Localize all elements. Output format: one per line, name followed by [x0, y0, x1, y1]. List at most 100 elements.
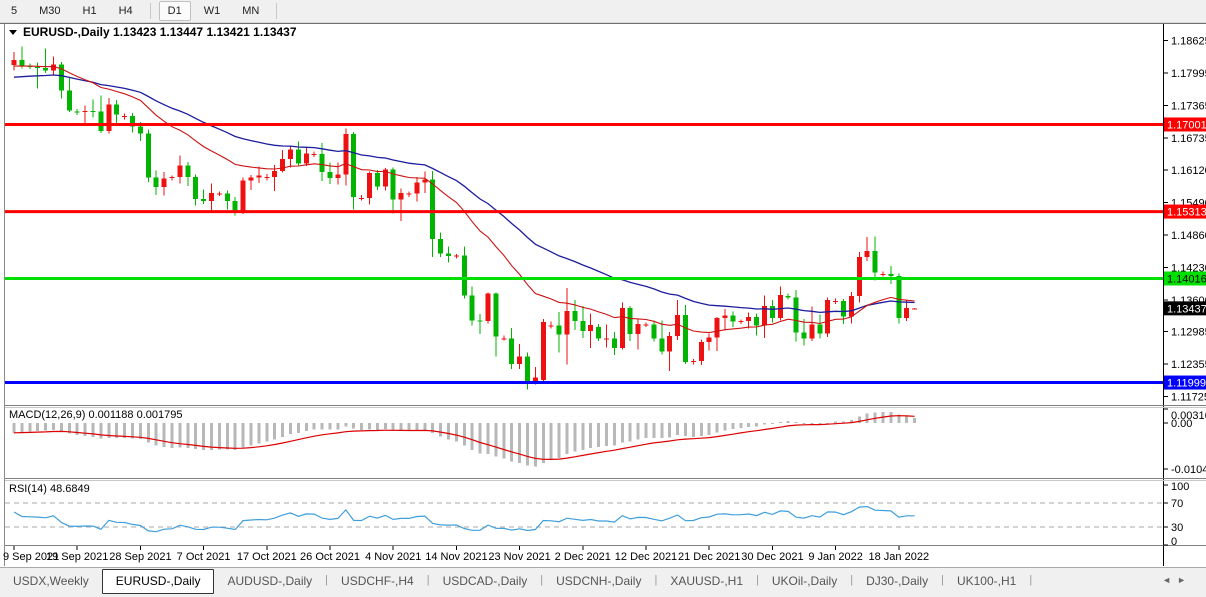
macd-histogram-bar [471, 423, 474, 450]
date-tick-label: 4 Nov 2021 [365, 551, 421, 563]
macd-histogram-bar [376, 423, 379, 430]
timeframe-button-h1[interactable]: H1 [74, 1, 106, 21]
candle-body [201, 199, 206, 201]
candle-body [620, 308, 625, 348]
macd-histogram-bar [629, 423, 632, 441]
chart-tab-usdcnh-daily[interactable]: USDCNH-,Daily [543, 570, 654, 593]
candle-body [723, 315, 728, 318]
macd-histogram-bar [84, 423, 87, 436]
candle-body [375, 173, 380, 186]
candle-body [478, 321, 483, 322]
macd-histogram-bar [28, 423, 31, 432]
chart-tab-usdchf-h4[interactable]: USDCHF-,H4 [328, 570, 427, 593]
macd-histogram-bar [526, 423, 529, 465]
macd-histogram-bar [92, 423, 95, 437]
tab-scroll-left-icon[interactable]: ◄ [1162, 575, 1177, 585]
date-tick-label: 17 Oct 2021 [237, 551, 297, 563]
macd-histogram-bar [226, 423, 229, 449]
macd-histogram-bar [321, 423, 324, 429]
candle-body [636, 324, 641, 334]
macd-histogram-bar [645, 423, 648, 438]
candle-body [256, 176, 261, 178]
macd-histogram-bar [613, 423, 616, 446]
candle-body [106, 104, 111, 131]
macd-histogram-bar [708, 423, 711, 435]
candle-body [580, 321, 585, 331]
candle-body [335, 175, 340, 179]
candle-body [462, 256, 467, 296]
macd-histogram-bar [716, 423, 719, 433]
rsi-axis-label: 100 [1171, 481, 1189, 493]
date-tick-label: 23 Nov 2021 [488, 551, 550, 563]
macd-histogram-bar [637, 423, 640, 440]
candle-body [557, 326, 562, 335]
chart-tab-ukoil-daily[interactable]: UKOil-,Daily [759, 570, 850, 593]
chart-tab-usdx-weekly[interactable]: USDX,Weekly [0, 570, 102, 593]
chart-tab-eurusd-daily[interactable]: EURUSD-,Daily [102, 569, 215, 594]
macd-histogram-bar [384, 423, 387, 429]
candle-body [841, 301, 846, 316]
candle-body [612, 339, 617, 348]
candle-body [896, 276, 901, 318]
macd-histogram-bar [866, 413, 869, 423]
macd-histogram-bar [573, 423, 576, 452]
price-badge-label: 1.13437 [1167, 303, 1206, 315]
timeframe-button-mn[interactable]: MN [233, 1, 268, 21]
candle-body [549, 326, 554, 327]
chart-tab-uk100-h1[interactable]: UK100-,H1 [944, 570, 1029, 593]
macd-histogram-bar [810, 423, 813, 424]
candle-body [809, 325, 814, 339]
candle-body [328, 172, 333, 178]
chart-tab-dj30-daily[interactable]: DJ30-,Daily [853, 570, 941, 593]
timeframe-button-w1[interactable]: W1 [195, 1, 230, 21]
terminal-window: 5M30H1H4 D1W1MN 1.186251.179951.173651.16… [0, 0, 1206, 597]
macd-histogram-bar [795, 422, 798, 423]
price-tick-label: 1.18625 [1171, 36, 1206, 48]
macd-histogram-bar [763, 423, 766, 425]
macd-histogram-bar [329, 423, 332, 430]
macd-histogram-bar [368, 423, 371, 430]
rsi-axis-label: 30 [1171, 522, 1183, 534]
candle-body [430, 180, 435, 239]
date-tick-label: 19 Sep 2021 [46, 551, 108, 563]
date-tick-label: 28 Sep 2021 [109, 551, 171, 563]
rsi-indicator-label: RSI(14) 48.6849 [9, 483, 90, 495]
macd-axis-label: 0.00 [1171, 418, 1192, 430]
macd-histogram-bar [360, 423, 363, 430]
macd-histogram-bar [439, 423, 442, 437]
chart-tab-xauusd-h1[interactable]: XAUUSD-,H1 [657, 570, 756, 593]
chart-tab-audusd-daily[interactable]: AUDUSD-,Daily [214, 570, 325, 593]
candle-body [888, 274, 893, 276]
candle-body [177, 165, 182, 177]
chart-canvas[interactable]: 1.186251.179951.173651.167351.161201.154… [0, 0, 1206, 597]
price-tick-label: 1.16735 [1171, 133, 1206, 145]
macd-histogram-bar [731, 423, 734, 429]
date-tick-label: 2 Dec 2021 [555, 551, 611, 563]
chart-tab-usdcad-daily[interactable]: USDCAD-,Daily [430, 570, 541, 593]
macd-histogram-bar [234, 423, 237, 450]
timeframe-button-d1[interactable]: D1 [159, 1, 191, 21]
tab-scroll-right-icon[interactable]: ► [1177, 575, 1192, 585]
candle-body [604, 339, 609, 340]
macd-histogram-bar [747, 423, 750, 427]
timeframe-button-m30[interactable]: M30 [30, 1, 69, 21]
macd-histogram-bar [155, 423, 158, 446]
date-tick-label: 30 Dec 2021 [741, 551, 803, 563]
candle-body [730, 315, 735, 321]
candle-body [715, 318, 720, 338]
candle-body [865, 251, 870, 257]
macd-histogram-bar [660, 423, 663, 438]
macd-histogram-bar [542, 423, 545, 463]
timeframe-button-5[interactable]: 5 [2, 1, 26, 21]
timeframe-button-h4[interactable]: H4 [110, 1, 142, 21]
macd-histogram-bar [700, 423, 703, 436]
candle-body [778, 295, 783, 318]
candle-body [154, 178, 159, 187]
macd-histogram-bar [787, 421, 790, 423]
macd-histogram-bar [558, 423, 561, 458]
macd-histogram-bar [242, 423, 245, 448]
macd-histogram-bar [392, 423, 395, 430]
date-tick-label: 21 Dec 2021 [678, 551, 740, 563]
macd-histogram-bar [36, 423, 39, 431]
candle-body [644, 325, 649, 326]
